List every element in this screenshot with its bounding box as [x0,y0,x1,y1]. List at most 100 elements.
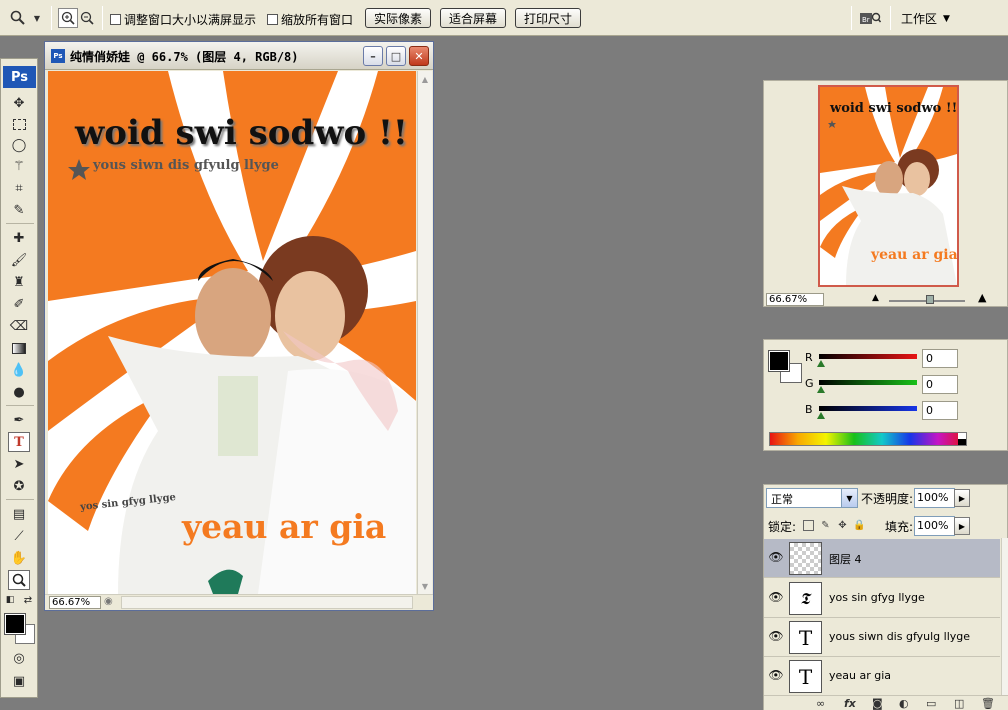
type-tool-icon[interactable]: T [8,432,30,452]
document-canvas[interactable]: woid swi sodwo !! yous siwn dis gfyulg l… [48,71,416,594]
navigator-zoom-field[interactable]: 66.67% [766,293,824,306]
link-layers-icon[interactable]: ∞ [816,697,825,710]
quick-mask-icon[interactable]: ◎ [8,648,30,668]
zoom-in-small-icon[interactable]: ▲ [978,291,986,304]
checkbox-box[interactable] [110,14,121,25]
close-button[interactable]: ✕ [409,46,429,66]
checkbox-box[interactable] [267,14,278,25]
hand-tool-icon[interactable]: ✋ [8,548,30,568]
layer-row[interactable]: 👁 T yeau ar gia [764,657,1000,696]
brush-tool-icon[interactable]: 🖌 [8,250,30,270]
vertical-scrollbar[interactable]: ▲ ▼ [417,71,432,594]
foreground-color-swatch[interactable] [4,613,26,635]
custom-shape-tool-icon[interactable]: ✪ [8,476,30,496]
actual-pixels-button[interactable]: 实际像素 [365,8,431,28]
new-group-icon[interactable]: ▭ [926,697,936,710]
healing-brush-tool-icon[interactable]: ✚ [8,228,30,248]
adjustment-layer-icon[interactable]: ◐ [899,697,909,710]
workspace-menu[interactable]: 工作区 ▼ [901,10,950,27]
blur-tool-icon[interactable]: 💧 [8,360,30,380]
tool-preset-dropdown-icon[interactable]: ▼ [31,8,43,28]
red-slider-handle[interactable] [817,360,825,367]
groom-shirt [218,376,258,456]
marquee-tool-icon[interactable] [8,114,30,134]
status-menu-icon[interactable]: ◉ [104,596,113,607]
print-size-button[interactable]: 打印尺寸 [515,8,581,28]
layer-style-icon[interactable]: fx [844,697,856,710]
eraser-tool-icon[interactable]: ⌫ [8,316,30,336]
eye-icon[interactable]: 👁 [767,548,785,566]
red-slider[interactable] [819,354,917,359]
fit-screen-button[interactable]: 适合屏幕 [440,8,506,28]
lasso-tool-icon[interactable]: ◯ [8,135,30,155]
move-tool-icon[interactable]: ✥ [8,93,30,113]
layer-row[interactable]: 👁 图层 4 [764,539,1000,578]
green-value-field[interactable]: 0 [922,375,958,394]
eye-icon[interactable]: 👁 [767,627,785,645]
document-zoom-field[interactable]: 66.67% [49,596,101,609]
color-foreground-swatch[interactable] [768,350,790,372]
fill-arrow-icon[interactable]: ▶ [954,517,970,535]
magic-wand-tool-icon[interactable]: ⚚ [8,156,30,176]
lock-image-icon[interactable]: ✎ [820,520,831,531]
history-brush-tool-icon[interactable]: ✐ [8,294,30,314]
layer-row[interactable]: 👁 T yous siwn dis gfyulg llyge [764,618,1000,657]
svg-text:Br: Br [862,16,870,24]
blue-slider[interactable] [819,406,917,411]
path-selection-tool-icon[interactable]: ➤ [8,454,30,474]
groom-face [195,268,271,364]
crop-tool-icon[interactable]: ⌗ [8,178,30,198]
lock-all-icon[interactable]: 🔒 [853,520,865,531]
document-titlebar[interactable]: Ps 纯情俏娇娃 @ 66.7% (图层 4, RGB/8) – □ ✕ [45,42,433,70]
clone-stamp-tool-icon[interactable]: ♜ [8,272,30,292]
lock-position-icon[interactable]: ✥ [837,520,848,531]
color-spectrum-ramp[interactable] [769,432,967,446]
add-mask-icon[interactable]: ◙ [872,697,883,710]
zoom-in-icon[interactable] [58,8,78,28]
separator [102,6,103,30]
pen-tool-icon[interactable]: ✒ [8,410,30,430]
gradient-tool-icon[interactable] [8,338,30,358]
black-white-swatch[interactable] [958,433,966,445]
blue-slider-handle[interactable] [817,412,825,419]
green-slider[interactable] [819,380,917,385]
blue-channel-row: B 0 [804,401,1004,420]
resize-windows-checkbox[interactable]: 调整窗口大小以满屏显示 [110,11,256,28]
horizontal-scrollbar[interactable] [121,596,413,609]
swap-colors-icon[interactable]: ⇄ [21,594,35,606]
layers-scrollbar[interactable] [1001,538,1008,697]
navigator-thumbnail[interactable]: woid swi sodwo !! yeau ar gia [818,85,959,287]
minimize-button[interactable]: – [363,46,383,66]
zoom-tool-icon[interactable] [8,8,28,28]
eye-icon[interactable]: 👁 [767,666,785,684]
notes-tool-icon[interactable]: ▤ [8,504,30,524]
zoom-all-windows-checkbox[interactable]: 缩放所有窗口 [267,11,353,28]
new-layer-icon[interactable]: ◫ [954,697,964,710]
bridge-icon[interactable]: Br [858,8,882,28]
green-slider-handle[interactable] [817,386,825,393]
blend-mode-select[interactable]: 正常 ▼ [766,488,858,508]
opacity-field[interactable]: 100% [914,488,955,508]
fill-field[interactable]: 100% [914,516,955,536]
default-colors-icon[interactable]: ◧ [3,594,17,606]
scroll-up-icon[interactable]: ▲ [418,72,432,86]
lock-transparent-icon[interactable] [803,520,814,531]
separator [851,6,852,30]
red-value-field[interactable]: 0 [922,349,958,368]
trash-icon[interactable]: 🗑 [981,697,995,710]
zoom-out-icon[interactable] [77,8,97,28]
photoshop-logo[interactable]: Ps [3,66,36,88]
blue-value-field[interactable]: 0 [922,401,958,420]
zoom-tool-icon[interactable] [8,570,30,590]
navigator-zoom-knob[interactable] [926,295,934,304]
zoom-out-small-icon[interactable]: ▲ [872,293,879,303]
scroll-down-icon[interactable]: ▼ [418,579,432,593]
eye-icon[interactable]: 👁 [767,588,785,606]
eyedropper-tool-icon[interactable]: ⟋ [8,526,30,546]
dodge-tool-icon[interactable]: ● [8,382,30,402]
layer-row[interactable]: 👁 𝕿 yos sin gfyg llyge [764,579,1000,618]
opacity-arrow-icon[interactable]: ▶ [954,489,970,507]
screen-mode-icon[interactable]: ▣ [8,671,30,691]
slice-tool-icon[interactable]: ✎ [8,200,30,220]
maximize-button[interactable]: □ [386,46,406,66]
